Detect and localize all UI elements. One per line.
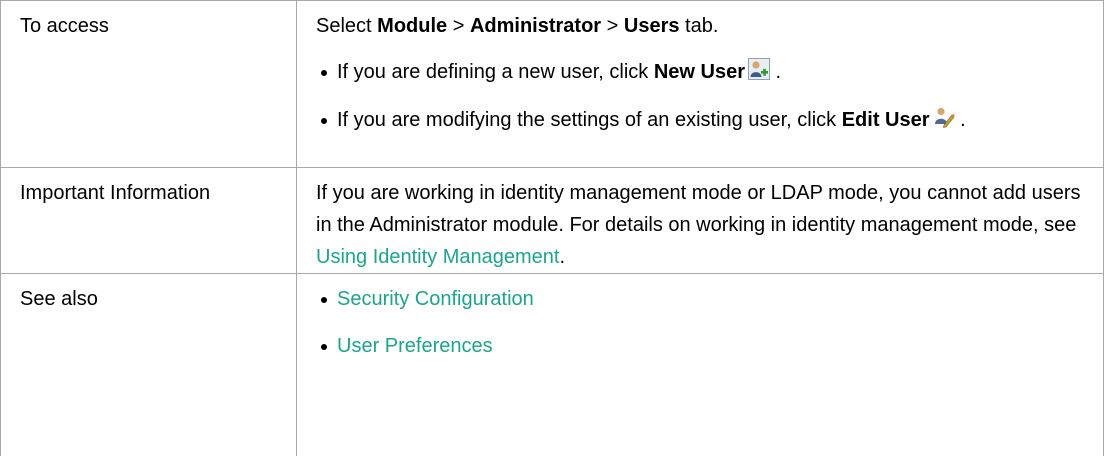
info-table: To access Select Module > Administrator … [0, 0, 1104, 456]
access-path-administrator: Administrator [469, 15, 602, 37]
bullet-bold-new-user: New User [653, 61, 745, 83]
row-label-to-access: To access [0, 0, 297, 168]
row-label-see-also: See also [0, 273, 297, 456]
important-suffix: . [559, 246, 566, 268]
row-label-important-information: Important Information [0, 167, 297, 274]
bullet-bold-edit-user: Edit User [841, 109, 930, 131]
see-also-link-list: Security Configuration User Preferences [316, 283, 1091, 362]
access-path-suffix: tab. [679, 15, 719, 37]
bullet-text: If you are modifying the settings of an … [337, 109, 842, 131]
using-identity-management-link[interactable]: Using Identity Management [316, 246, 559, 268]
important-text: If you are working in identity managemen… [316, 182, 1081, 236]
access-path-prefix: Select [316, 15, 378, 37]
access-path-users: Users [623, 15, 680, 37]
user-preferences-link[interactable]: User Preferences [337, 335, 493, 357]
list-item-new-user: If you are defining a new user, click Ne… [316, 56, 1091, 90]
access-path: Select Module > Administrator > Users ta… [316, 10, 1091, 42]
important-paragraph: If you are working in identity managemen… [316, 177, 1091, 273]
table-row-see-also: See also Security Configuration User Pre… [0, 273, 1104, 456]
bullet-suffix: . [770, 61, 782, 83]
row-content-to-access: Select Module > Administrator > Users ta… [296, 0, 1104, 168]
row-content-important-information: If you are working in identity managemen… [296, 167, 1104, 274]
bullet-suffix: . [954, 109, 966, 131]
bullet-text: If you are defining a new user, click [337, 61, 654, 83]
access-path-separator-2: > [601, 15, 624, 37]
list-item-security-configuration: Security Configuration [316, 283, 1091, 315]
access-bullet-list: If you are defining a new user, click Ne… [316, 56, 1091, 138]
access-path-module: Module [377, 15, 448, 37]
row-content-see-also: Security Configuration User Preferences [296, 273, 1104, 456]
table-row-to-access: To access Select Module > Administrator … [0, 0, 1104, 168]
list-item-user-preferences: User Preferences [316, 330, 1091, 362]
list-item-edit-user: If you are modifying the settings of an … [316, 104, 1091, 138]
security-configuration-link[interactable]: Security Configuration [337, 288, 534, 310]
table-row-important-information: Important Information If you are working… [0, 167, 1104, 274]
new-user-icon [748, 58, 770, 90]
edit-user-icon [933, 106, 955, 138]
access-path-separator-1: > [447, 15, 470, 37]
